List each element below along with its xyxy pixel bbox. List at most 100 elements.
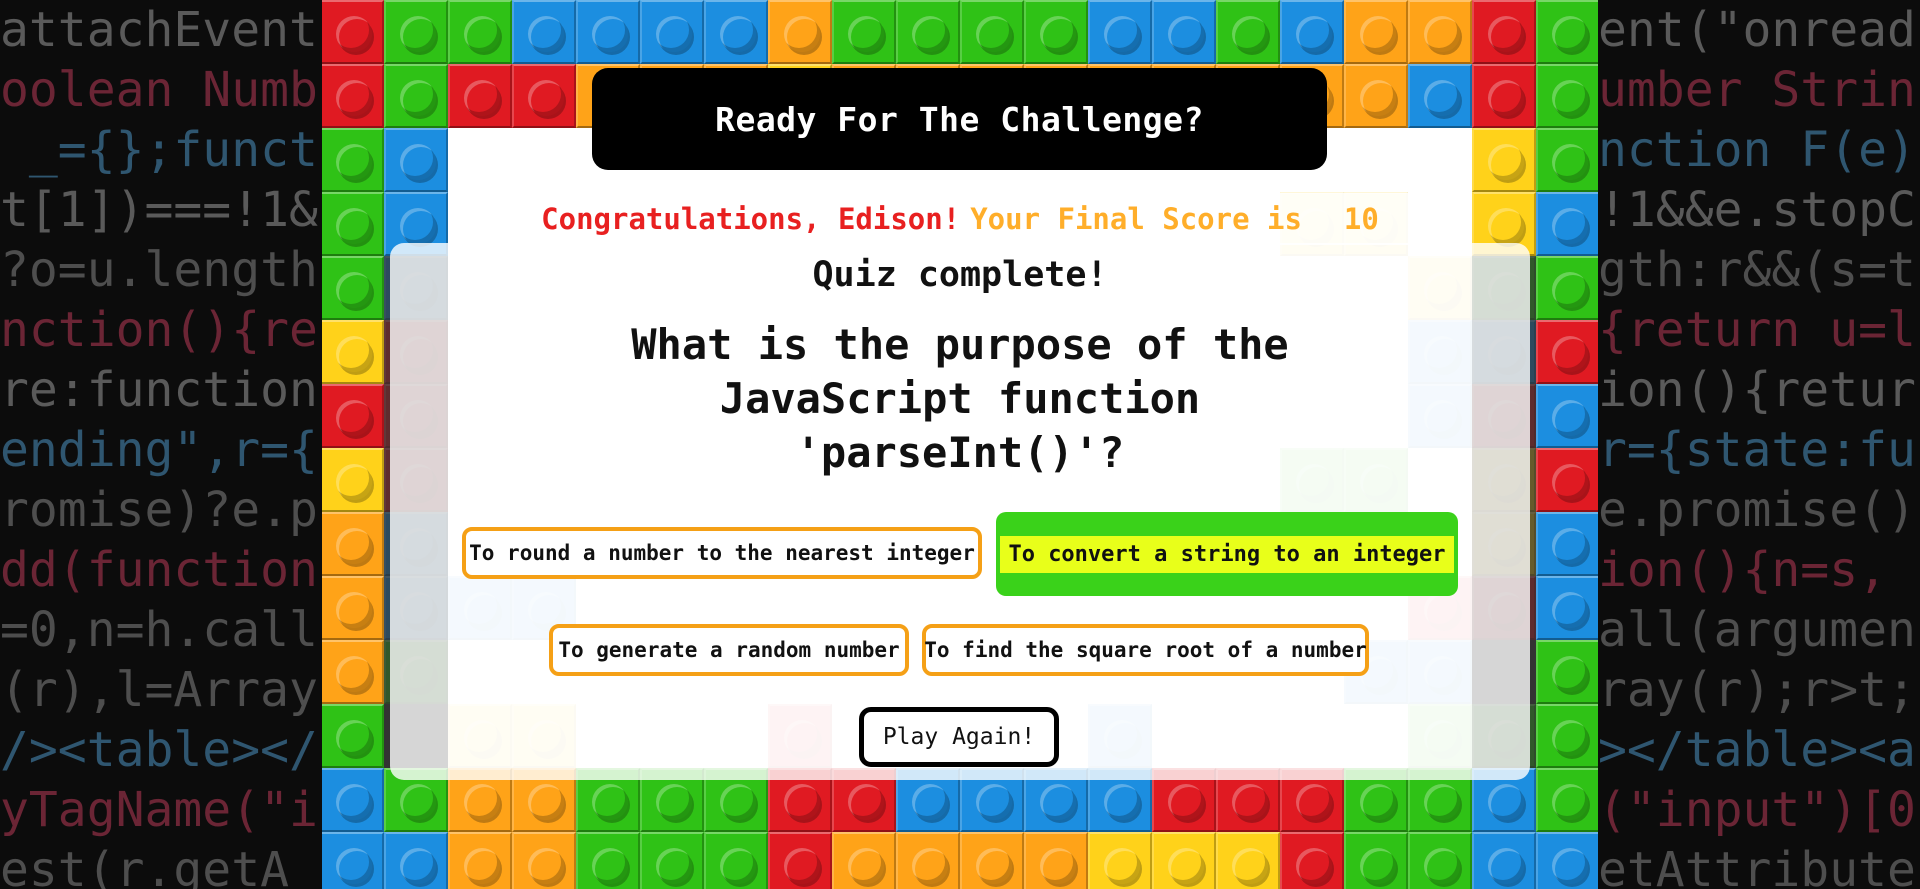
brick (1536, 320, 1598, 384)
code-line: oolean Numb (0, 62, 318, 118)
brick (322, 640, 384, 704)
brick-stud (1296, 16, 1332, 52)
brick-stud (1552, 400, 1588, 436)
brick (322, 320, 384, 384)
brick-stud (592, 848, 628, 884)
brick-stud (400, 784, 436, 820)
brick-stud (336, 16, 372, 52)
brick-stud (1488, 80, 1524, 116)
brick-stud (336, 656, 372, 692)
brick (704, 0, 768, 64)
brick-stud (720, 784, 756, 820)
brick (322, 192, 384, 256)
brick-stud (720, 848, 756, 884)
answer-option-sqrt[interactable]: To find the square root of a number (922, 624, 1369, 676)
brick-stud (1552, 208, 1588, 244)
brick-stud (720, 16, 756, 52)
brick (576, 832, 640, 889)
brick (1472, 64, 1536, 128)
code-line: ent("onread (1598, 2, 1916, 58)
brick (896, 832, 960, 889)
code-line: attachEvent (0, 2, 318, 58)
quiz-status: Quiz complete! (812, 255, 1108, 295)
code-line: ></table><a (1598, 722, 1916, 778)
brick (1024, 0, 1088, 64)
code-line: ("input")[0 (1598, 782, 1916, 838)
brick (1344, 64, 1408, 128)
brick (1536, 192, 1598, 256)
brick-stud (400, 144, 436, 180)
brick-stud (1424, 80, 1460, 116)
brick (1536, 640, 1598, 704)
brick-stud (528, 784, 564, 820)
brick-stud (1424, 784, 1460, 820)
brick (768, 832, 832, 889)
brick (322, 768, 384, 832)
brick (448, 64, 512, 128)
code-line: yTagName("i (0, 782, 318, 838)
brick-stud (912, 16, 948, 52)
score-value: 10 (1343, 202, 1379, 236)
brick (322, 128, 384, 192)
brick (1152, 0, 1216, 64)
code-line: e.promise() (1598, 482, 1916, 538)
brick (512, 0, 576, 64)
brick-stud (976, 848, 1012, 884)
answer-label: To find the square root of a number (924, 638, 1367, 662)
brick-stud (336, 400, 372, 436)
brick (512, 832, 576, 889)
brick-stud (1552, 592, 1588, 628)
brick-stud (1232, 16, 1268, 52)
brick-stud (528, 80, 564, 116)
brick-stud (848, 16, 884, 52)
brick (1536, 768, 1598, 832)
brick (322, 512, 384, 576)
brick (322, 0, 384, 64)
code-line: r={state:fu (1598, 422, 1916, 478)
brick-stud (656, 784, 692, 820)
brick-stud (1168, 784, 1204, 820)
answer-option-convert-correct[interactable]: To convert a string to an integer (996, 512, 1458, 596)
brick-stud (1488, 848, 1524, 884)
brick-stud (1552, 848, 1588, 884)
brick-stud (400, 16, 436, 52)
brick (1280, 0, 1344, 64)
brick (1280, 832, 1344, 889)
brick-stud (1168, 16, 1204, 52)
brick-stud (784, 16, 820, 52)
brick-stud (976, 16, 1012, 52)
code-line: ion(){retur (1598, 362, 1916, 418)
code-line: gth:r&&(s=t (1598, 242, 1916, 298)
brick-stud (1296, 784, 1332, 820)
brick-stud (1488, 144, 1524, 180)
code-line: ion(){n=s, (1598, 542, 1887, 598)
brick-stud (1040, 784, 1076, 820)
brick-stud (1552, 464, 1588, 500)
brick (1088, 0, 1152, 64)
brick (640, 832, 704, 889)
brick (384, 64, 448, 128)
brick-stud (336, 80, 372, 116)
code-line: ?o=u.length (0, 242, 318, 298)
code-line: all(argumen (1598, 602, 1916, 658)
brick (960, 832, 1024, 889)
brick (1536, 256, 1598, 320)
brick-stud (464, 784, 500, 820)
brick-stud (1104, 784, 1140, 820)
code-line: {return u=l (1598, 302, 1916, 358)
brick (1216, 0, 1280, 64)
answer-option-round[interactable]: To round a number to the nearest integer (462, 527, 982, 579)
brick-stud (1104, 16, 1140, 52)
play-again-button[interactable]: Play Again! (859, 707, 1059, 767)
brick-stud (1104, 848, 1140, 884)
brick (1408, 64, 1472, 128)
code-line: /><table></ (0, 722, 318, 778)
brick (384, 128, 448, 192)
brick-stud (1552, 784, 1588, 820)
brick (322, 64, 384, 128)
brick-stud (336, 336, 372, 372)
code-line: romise)?e.p (0, 482, 318, 538)
answer-option-random[interactable]: To generate a random number (549, 624, 909, 676)
brick (1536, 576, 1598, 640)
answer-label: To generate a random number (558, 638, 900, 662)
